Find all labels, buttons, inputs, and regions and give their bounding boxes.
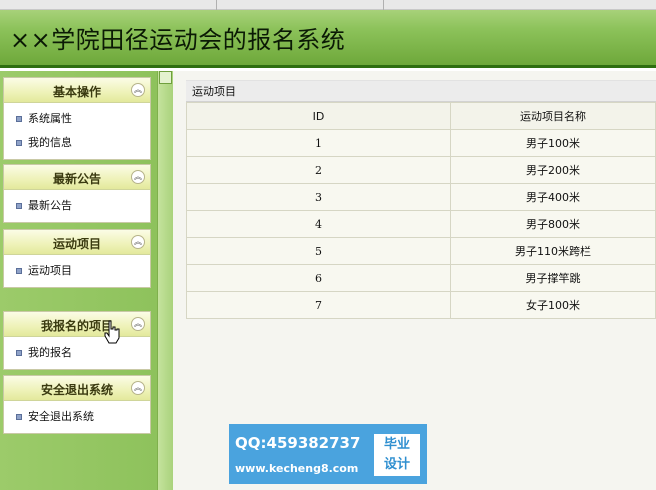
sidebar: 基本操作 ︽ 系统属性 我的信息 最新公告 ︽ 最新公告 运动项目 ︽ 运动项目… (0, 71, 157, 490)
sidebar-item-latest-notice[interactable]: 最新公告 (4, 194, 150, 218)
watermark-qq: QQ:459382737 (235, 434, 361, 452)
panel-events: 运动项目 ︽ 运动项目 (3, 229, 151, 288)
watermark-badge-line: 毕业 (383, 437, 410, 452)
panel-body: 最新公告 (4, 190, 150, 222)
panel-body: 运动项目 (4, 255, 150, 287)
app-title: ××学院田径运动会的报名系统 (10, 26, 346, 54)
cell-id: 1 (186, 129, 451, 157)
panel-body: 系统属性 我的信息 (4, 103, 150, 159)
cell-id: 7 (186, 291, 451, 319)
table-header-row: ID 运动项目名称 (186, 102, 656, 130)
sidebar-item-system-properties[interactable]: 系统属性 (4, 107, 150, 131)
events-table: ID 运动项目名称 1 男子100米 2 男子200米 3 男子400米 4 男子800… (186, 102, 656, 319)
watermark-banner: QQ:459382737 www.kecheng8.com 毕业 设计 (229, 424, 427, 484)
cell-event-name: 男子200米 (450, 156, 656, 184)
panel-logout: 安全退出系统 ︽ 安全退出系统 (3, 375, 151, 434)
hand-pointer-icon (104, 320, 120, 344)
watermark-url: www.kecheng8.com (235, 462, 359, 475)
cell-id: 4 (186, 210, 451, 238)
bullet-icon (16, 414, 22, 420)
panel-header[interactable]: 最新公告 ︽ (4, 165, 150, 190)
chevron-up-icon[interactable]: ︽ (131, 381, 145, 395)
panel-header[interactable]: 运动项目 ︽ (4, 230, 150, 255)
splitter-toggle-icon[interactable] (159, 71, 172, 84)
bullet-icon (16, 140, 22, 146)
sidebar-item-events[interactable]: 运动项目 (4, 259, 150, 283)
sidebar-splitter[interactable] (157, 71, 173, 490)
cell-event-name: 女子100米 (450, 291, 656, 319)
sidebar-item-label: 我的报名 (28, 346, 72, 359)
browser-topbar (0, 0, 656, 10)
panel-title: 安全退出系统 (40, 383, 113, 397)
sidebar-item-label: 运动项目 (28, 264, 72, 277)
panel-basic-operations: 基本操作 ︽ 系统属性 我的信息 (3, 77, 151, 160)
table-row: 7 女子100米 (186, 291, 656, 319)
chevron-up-icon[interactable]: ︽ (131, 235, 145, 249)
column-header-name: 运动项目名称 (450, 102, 656, 130)
sidebar-item-logout[interactable]: 安全退出系统 (4, 405, 150, 429)
cell-id: 5 (186, 237, 451, 265)
sidebar-item-my-info[interactable]: 我的信息 (4, 131, 150, 155)
panel-header[interactable]: 我报名的项目 ︽ (4, 312, 150, 337)
bullet-icon (16, 268, 22, 274)
panel-body: 安全退出系统 (4, 401, 150, 433)
table-row: 1 男子100米 (186, 129, 656, 157)
bullet-icon (16, 350, 22, 356)
cell-event-name: 男子800米 (450, 210, 656, 238)
cell-id: 6 (186, 264, 451, 292)
panel-title: 基本操作 (52, 85, 101, 99)
column-header-id: ID (186, 102, 451, 130)
cell-event-name: 男子撑竿跳 (450, 264, 656, 292)
sidebar-item-label: 最新公告 (28, 199, 72, 212)
cell-id: 2 (186, 156, 451, 184)
table-row: 2 男子200米 (186, 156, 656, 184)
breadcrumb: 运动项目 (186, 80, 656, 102)
table-row: 5 男子110米跨栏 (186, 237, 656, 265)
panel-header[interactable]: 安全退出系统 ︽ (4, 376, 150, 401)
cell-event-name: 男子110米跨栏 (450, 237, 656, 265)
panel-latest-notice: 最新公告 ︽ 最新公告 (3, 164, 151, 223)
table-row: 4 男子800米 (186, 210, 656, 238)
sidebar-item-label: 安全退出系统 (28, 410, 94, 423)
bullet-icon (16, 203, 22, 209)
chevron-up-icon[interactable]: ︽ (131, 83, 145, 97)
table-row: 6 男子撑竿跳 (186, 264, 656, 292)
chevron-up-icon[interactable]: ︽ (131, 170, 145, 184)
panel-title: 最新公告 (52, 172, 101, 186)
sidebar-item-label: 我的信息 (28, 136, 72, 149)
table-row: 3 男子400米 (186, 183, 656, 211)
panel-my-registrations: 我报名的项目 ︽ 我的报名 (3, 311, 151, 370)
cell-id: 3 (186, 183, 451, 211)
cell-event-name: 男子100米 (450, 129, 656, 157)
sidebar-item-my-registration[interactable]: 我的报名 (4, 341, 150, 365)
topbar-divider (383, 0, 384, 10)
watermark-badge-line: 设计 (383, 457, 410, 472)
watermark-badge: 毕业 设计 (374, 434, 420, 476)
panel-header[interactable]: 基本操作 ︽ (4, 78, 150, 103)
topbar-divider (216, 0, 217, 10)
panel-body: 我的报名 (4, 337, 150, 369)
app-header: ××学院田径运动会的报名系统 (0, 0, 656, 68)
panel-title: 运动项目 (52, 237, 101, 251)
sidebar-item-label: 系统属性 (28, 112, 72, 125)
bullet-icon (16, 116, 22, 122)
cell-event-name: 男子400米 (450, 183, 656, 211)
chevron-up-icon[interactable]: ︽ (131, 317, 145, 331)
